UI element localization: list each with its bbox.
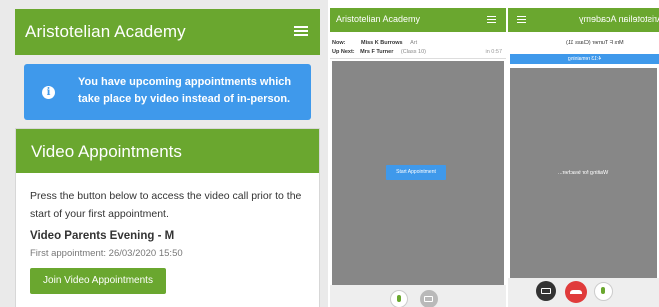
next-subject: (Class 10) [400, 49, 426, 55]
camera-icon[interactable] [420, 290, 438, 307]
card-title: Video Appointments [31, 142, 182, 161]
app-header: Aristotelian Academy [508, 8, 659, 32]
now-subject: Art [410, 40, 418, 46]
next-teacher: Mrs F Turner [360, 49, 394, 55]
first-appointment: First appointment: 26/03/2020 15:50 [30, 248, 183, 259]
next-row: Up Next: Mrs F Turner (Class 10) [332, 49, 426, 55]
time-remaining-bar: 4:13 remaining [510, 54, 659, 64]
start-appointment-button[interactable]: Start Appointment [386, 165, 446, 180]
app-header: Aristotelian Academy [330, 8, 506, 32]
video-notice-banner: i You have upcoming appointments which t… [24, 64, 311, 120]
call-controls-bar [330, 285, 506, 307]
app-title: Aristotelian Academy [578, 14, 659, 24]
current-teacher: Mrs F Turner (Class 11) [566, 40, 624, 46]
app-header: Aristotelian Academy [15, 9, 320, 55]
microphone-icon[interactable] [390, 290, 408, 307]
app-title: Aristotelian Academy [25, 22, 186, 41]
now-teacher: Miss K Burrows [360, 40, 403, 46]
card-header: Video Appointments [16, 129, 319, 173]
waiting-message: Waiting for teacher... [510, 170, 657, 176]
waiting-text: Waiting for teacher... [558, 170, 609, 176]
menu-icon[interactable] [517, 16, 526, 23]
card-intro: Press the button below to access the vid… [30, 190, 302, 220]
join-video-appointments-button[interactable]: Join Video Appointments [30, 268, 166, 294]
mobile-dashboard-panel: Aristotelian Academy i You have upcoming… [0, 0, 328, 307]
video-call-waiting-panel: Aristotelian Academy Mrs F Turner (Class… [508, 0, 659, 307]
notice-text: You have upcoming appointments which tak… [78, 76, 292, 105]
video-call-start-panel: Aristotelian Academy Now: Miss K Burrows… [330, 0, 506, 307]
menu-icon[interactable] [294, 26, 308, 36]
microphone-icon[interactable] [594, 282, 613, 301]
next-countdown: in 0:57 [485, 49, 502, 55]
menu-icon[interactable] [487, 16, 496, 23]
event-name: Video Parents Evening - M [30, 230, 175, 242]
info-icon: i [42, 86, 55, 99]
next-label: Up Next: [332, 49, 355, 55]
video-appointments-card: Video Appointments Press the button belo… [15, 128, 320, 307]
time-remaining: 4:13 remaining [567, 56, 602, 62]
divider [330, 58, 506, 59]
now-label: Now: [332, 40, 346, 46]
hang-up-icon[interactable] [565, 281, 587, 303]
camera-off-icon[interactable] [536, 281, 556, 301]
now-row: Now: Miss K Burrows Art [332, 40, 417, 46]
app-title: Aristotelian Academy [336, 14, 421, 24]
